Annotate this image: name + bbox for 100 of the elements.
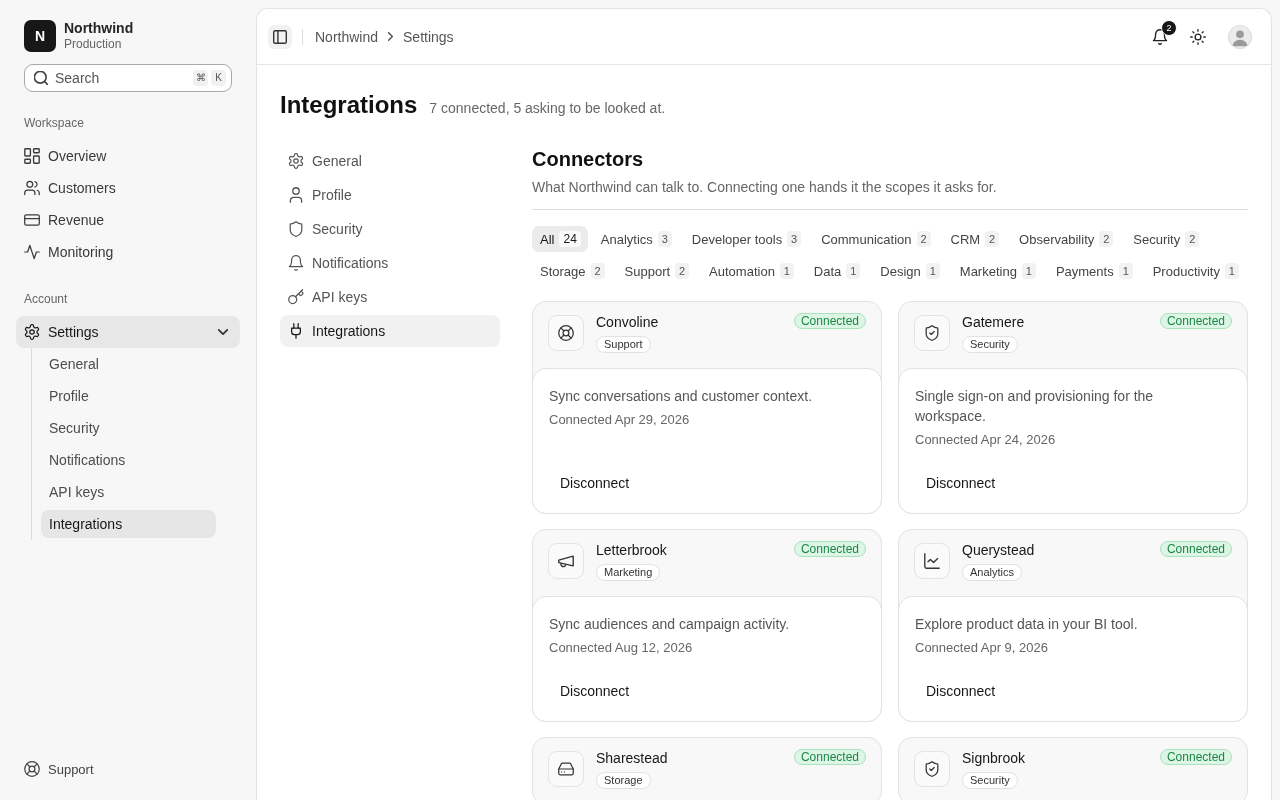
bell-icon: [288, 255, 304, 271]
subnav-item[interactable]: Notifications: [41, 446, 216, 474]
connected-date: Connected Aug 12, 2026: [549, 639, 694, 657]
count-badge: 3: [657, 231, 672, 247]
count-badge: 2: [590, 263, 605, 279]
subnav-item[interactable]: Security: [41, 414, 216, 442]
count-badge: 2: [985, 231, 1000, 247]
count-badge: 3: [787, 231, 802, 247]
subnav-item[interactable]: General: [41, 350, 216, 378]
nav-item[interactable]: Settings: [16, 316, 240, 348]
workspace-name: Northwind: [64, 20, 134, 37]
filter-chip[interactable]: Communication 2: [813, 226, 938, 252]
connector-name: Letterbrook: [596, 541, 667, 559]
nav-item[interactable]: Customers: [16, 172, 240, 204]
subnav-item[interactable]: Integrations: [41, 510, 216, 538]
connected-date: Connected Apr 29, 2026: [549, 411, 691, 429]
bell-icon[interactable]: [1152, 28, 1168, 45]
filter-chip[interactable]: Observability 2: [1011, 226, 1121, 252]
shield-check-icon: [914, 751, 950, 787]
category-tag: Storage: [596, 772, 651, 789]
breadcrumb-link[interactable]: Settings: [403, 28, 454, 45]
megaphone-icon: [548, 543, 584, 579]
subnav-item[interactable]: Profile: [41, 382, 216, 410]
disconnect-button[interactable]: Disconnect: [915, 675, 1007, 707]
line-chart-icon: [914, 543, 950, 579]
connector-description: Single sign-on and provisioning for the workspace.: [915, 387, 1155, 426]
connector-description: Sync audiences and campaign activity.: [549, 615, 791, 634]
breadcrumb-link[interactable]: Northwind: [315, 28, 379, 45]
filter-chip[interactable]: All 24: [532, 226, 588, 252]
section-label: Workspace: [23, 116, 85, 130]
category-tag: Marketing: [596, 564, 661, 581]
shield-icon: [288, 221, 304, 237]
settings-nav-item[interactable]: Profile: [280, 179, 500, 211]
category-tag: Analytics: [962, 564, 1023, 581]
section-label: Account: [23, 292, 69, 306]
sidebar-toggle-button[interactable]: [268, 24, 292, 49]
disconnect-button[interactable]: Disconnect: [549, 467, 641, 499]
filter-chip[interactable]: Design 1: [872, 258, 947, 284]
nav-item[interactable]: Monitoring: [16, 236, 240, 268]
disconnect-button[interactable]: Disconnect: [915, 467, 1007, 499]
filter-chip[interactable]: Productivity 1: [1144, 258, 1246, 284]
chevron-right-icon: [388, 32, 394, 41]
nav-item[interactable]: Overview: [16, 140, 240, 172]
connector-name: Signbrook: [962, 749, 1026, 767]
user-icon: [288, 187, 304, 203]
sun-icon[interactable]: [1190, 28, 1206, 45]
plug-icon: [288, 323, 304, 339]
filter-chip[interactable]: Payments 1: [1047, 258, 1140, 284]
filter-chip[interactable]: Data 1: [805, 258, 868, 284]
count-badge: 1: [1021, 263, 1036, 279]
page-title: Integrations: [280, 90, 418, 120]
filter-chip[interactable]: Analytics 3: [592, 226, 679, 252]
filter-chip[interactable]: Automation 1: [701, 258, 801, 284]
disconnect-button[interactable]: Disconnect: [549, 675, 641, 707]
count-badge: 2: [675, 263, 690, 279]
category-tag: Security: [962, 336, 1018, 353]
settings-nav-item[interactable]: General: [280, 145, 500, 177]
notification-badge: 2: [1161, 19, 1177, 36]
user-avatar[interactable]: [1228, 24, 1252, 49]
lifebuoy-icon: [24, 761, 40, 777]
filter-chip[interactable]: Developer tools 3: [683, 226, 809, 252]
subnav-item[interactable]: API keys: [41, 478, 216, 506]
connected-date: Connected Apr 24, 2026: [915, 431, 1057, 449]
settings-nav-item[interactable]: API keys: [280, 281, 500, 313]
count-badge: 1: [1224, 263, 1239, 279]
nav-item[interactable]: Revenue: [16, 204, 240, 236]
category-tag: Support: [596, 336, 651, 353]
status-badge: Connected: [793, 541, 866, 557]
brand-logo: N: [24, 20, 56, 52]
panel-left-icon: [273, 29, 287, 44]
filter-chip[interactable]: CRM 2: [942, 226, 1007, 252]
users-icon: [24, 180, 40, 196]
category-tag: Security: [962, 772, 1018, 789]
section-description: What Northwind can talk to. Connecting one hands it the scopes it asks for.: [532, 177, 1248, 210]
connector-name: Sharestead: [596, 749, 668, 767]
status-badge: Connected: [793, 749, 866, 765]
shortcut-key: K: [211, 70, 226, 86]
filter-chip[interactable]: Support 2: [616, 258, 697, 284]
count-badge: 2: [1099, 231, 1114, 247]
support-link[interactable]: Support: [16, 753, 240, 785]
filter-chip[interactable]: Security 2: [1125, 226, 1207, 252]
section-title: Connectors: [532, 147, 645, 172]
status-badge: Connected: [793, 313, 866, 329]
connector-description: Sync conversations and customer context.: [549, 387, 814, 406]
connector-name: Gatemere: [962, 313, 1025, 331]
count-badge: 1: [925, 263, 940, 279]
search-icon: [34, 71, 48, 85]
lifebuoy-icon: [548, 315, 584, 351]
status-badge: Connected: [1159, 313, 1232, 329]
settings-nav-item[interactable]: Notifications: [280, 247, 500, 279]
status-badge: Connected: [1159, 541, 1232, 557]
key-icon: [288, 289, 304, 305]
settings-nav-item[interactable]: Integrations: [280, 315, 500, 347]
settings-nav-item[interactable]: Security: [280, 213, 500, 245]
dashboard-icon: [24, 148, 40, 164]
count-badge: 2: [916, 231, 931, 247]
activity-icon: [24, 244, 40, 260]
count-badge: 2: [1185, 231, 1200, 247]
filter-chip[interactable]: Marketing 1: [951, 258, 1043, 284]
filter-chip[interactable]: Storage 2: [532, 258, 612, 284]
